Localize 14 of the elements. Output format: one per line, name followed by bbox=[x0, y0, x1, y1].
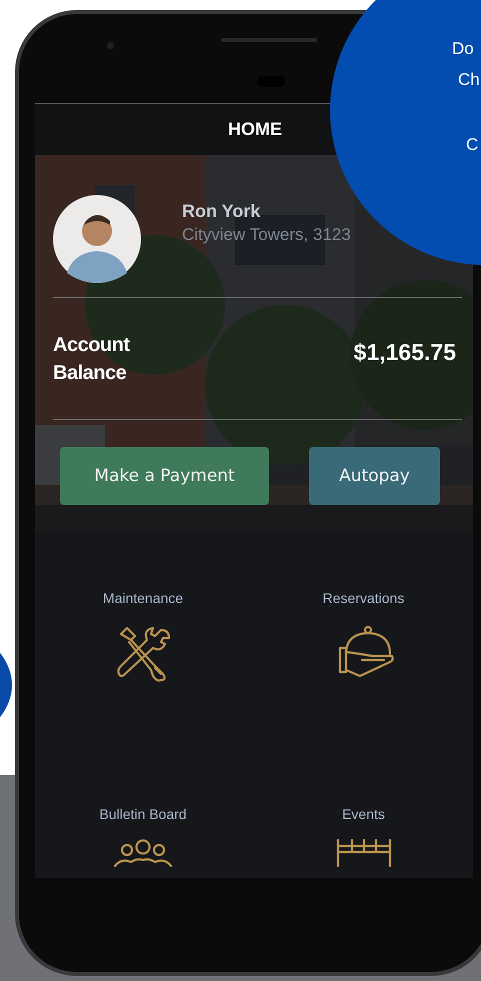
autopay-button[interactable]: Autopay bbox=[309, 447, 440, 505]
promo-text: Do bbox=[452, 39, 474, 59]
tile-label[interactable]: Reservations bbox=[322, 590, 404, 606]
tile-label[interactable]: Maintenance bbox=[102, 590, 184, 606]
payment-button[interactable]: Make a Payment bbox=[60, 447, 269, 505]
balance-label: Account Balance bbox=[53, 332, 131, 386]
promo-text: Ch bbox=[458, 70, 480, 90]
resident-address: Cityview Towers, 3123 bbox=[182, 225, 351, 245]
resident-name: Ron York bbox=[182, 201, 262, 222]
screen-title: HOME bbox=[228, 119, 282, 140]
balance-amount: $1,165.75 bbox=[354, 339, 456, 366]
tile-label[interactable]: Bulletin Board bbox=[99, 806, 187, 822]
tile-label[interactable]: Events bbox=[342, 806, 385, 822]
promo-text: C bbox=[466, 135, 478, 155]
